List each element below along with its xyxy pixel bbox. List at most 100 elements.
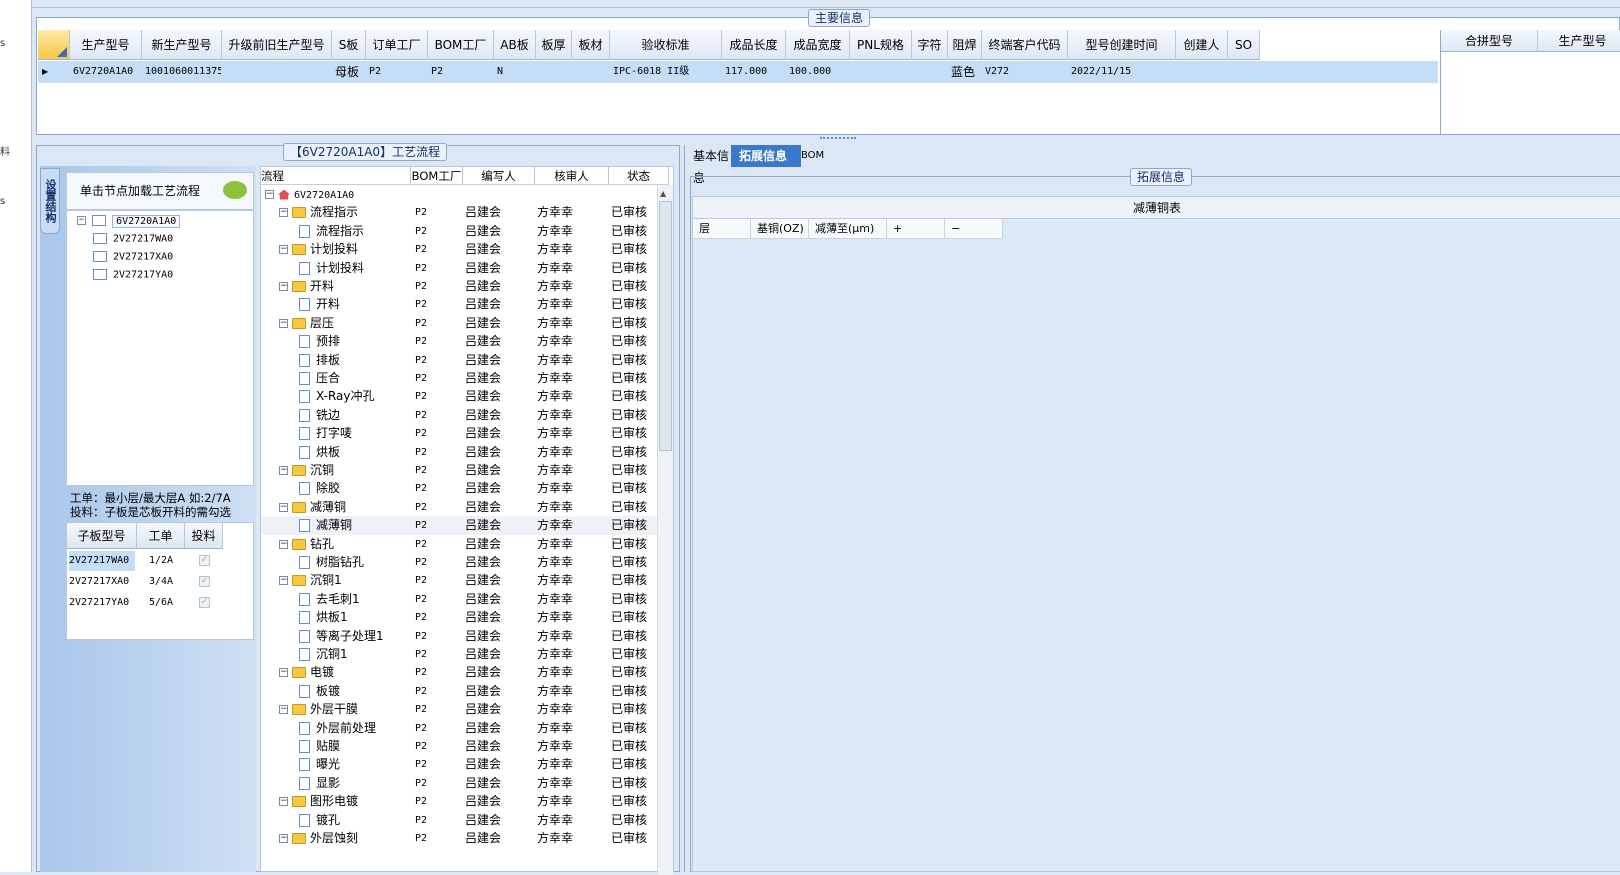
collapse-icon[interactable]: − [279, 245, 288, 255]
flow-row[interactable]: − 电镀 P2 吕建会 方幸幸 已审核 [261, 663, 657, 682]
thin-col-header-2[interactable]: 减薄至(μm) [809, 219, 887, 239]
flow-row[interactable]: 流程指示 P2 吕建会 方幸幸 已审核 [261, 222, 657, 241]
flow-row[interactable]: 贴膜 P2 吕建会 方幸幸 已审核 [261, 737, 657, 756]
sub-model-cell[interactable]: 2V27217XA0 [69, 572, 135, 592]
collapse-icon[interactable]: − [77, 216, 86, 225]
sub-order-cell[interactable]: 5/6A [149, 593, 173, 613]
flow-row[interactable]: 计划投料 P2 吕建会 方幸幸 已审核 [261, 259, 657, 278]
col-header-12[interactable]: PNL规格 [850, 30, 912, 60]
sub-model-cell[interactable]: 2V27217WA0 [69, 551, 135, 571]
tab-1[interactable]: 拓展信息 [731, 145, 801, 167]
flow-row[interactable]: 板镀 P2 吕建会 方幸幸 已审核 [261, 682, 657, 701]
structure-tree-root[interactable]: − 6V2720A1A0 [77, 214, 181, 228]
flow-row[interactable]: 铣边 P2 吕建会 方幸幸 已审核 [261, 406, 657, 425]
flow-row[interactable]: − 图形电镀 P2 吕建会 方幸幸 已审核 [261, 792, 657, 811]
col-header-11[interactable]: 成品宽度 [786, 30, 850, 60]
flow-node[interactable]: 沉铜1 [299, 645, 348, 664]
flow-node[interactable]: − 减薄铜 [279, 498, 346, 517]
flow-row[interactable]: − 开料 P2 吕建会 方幸幸 已审核 [261, 277, 657, 296]
flow-row[interactable]: − 外层干膜 P2 吕建会 方幸幸 已审核 [261, 700, 657, 719]
flow-row[interactable]: 除胶 P2 吕建会 方幸幸 已审核 [261, 479, 657, 498]
main-grid-selected-row[interactable]: ▶ 6V2720A1A0 10010600113756 母板 P2 P2 N IPC-601… [38, 61, 1438, 83]
flow-row[interactable]: 压合 P2 吕建会 方幸幸 已审核 [261, 369, 657, 388]
flow-node[interactable]: − 钻孔 [279, 535, 334, 554]
col-header-2[interactable]: 升级前旧生产型号 [222, 30, 332, 60]
flow-node[interactable]: 外层前处理 [299, 719, 376, 738]
flow-node[interactable]: 板镀 [299, 682, 340, 701]
collapse-icon[interactable]: − [279, 797, 288, 807]
collapse-icon[interactable]: − [279, 208, 288, 218]
flow-node[interactable]: 烘板1 [299, 608, 348, 627]
flow-row[interactable]: 镀孔 P2 吕建会 方幸幸 已审核 [261, 811, 657, 830]
flow-row[interactable]: 等离子处理1 P2 吕建会 方幸幸 已审核 [261, 627, 657, 646]
flow-row[interactable]: 显影 P2 吕建会 方幸幸 已审核 [261, 774, 657, 793]
thin-col-header-0[interactable]: 层 [693, 219, 751, 239]
flow-col-header-1[interactable]: BOM工厂 [411, 167, 463, 185]
flow-node[interactable]: 铣边 [299, 406, 340, 425]
flow-row[interactable]: 曝光 P2 吕建会 方幸幸 已审核 [261, 755, 657, 774]
feed-checkbox[interactable]: ✓ [199, 597, 210, 608]
flow-node[interactable]: 计划投料 [299, 259, 364, 278]
flow-node[interactable]: 打字唛 [299, 424, 352, 443]
flow-node[interactable]: − 开料 [279, 277, 334, 296]
flow-row[interactable]: 沉铜1 P2 吕建会 方幸幸 已审核 [261, 645, 657, 664]
thin-col-header-1[interactable]: 基铜(OZ) [751, 219, 809, 239]
col-header-14[interactable]: 阻焊 [948, 30, 982, 60]
collapse-icon[interactable]: − [279, 502, 288, 512]
merge-col-header[interactable]: 合拼型号 [1441, 30, 1538, 52]
col-header-4[interactable]: 订单工厂 [366, 30, 428, 60]
collapse-icon[interactable]: − [279, 705, 288, 715]
sub-col-header-0[interactable]: 子板型号 [67, 523, 137, 549]
flow-tree-root[interactable]: − 6V2720A1A0 [261, 185, 657, 204]
flow-node[interactable]: − 外层干膜 [279, 700, 358, 719]
flow-node[interactable]: 排板 [299, 351, 340, 370]
col-header-9[interactable]: 验收标准 [610, 30, 722, 60]
collapse-icon[interactable]: − [279, 834, 288, 843]
flow-row[interactable]: − 减薄铜 P2 吕建会 方幸幸 已审核 [261, 498, 657, 517]
flow-col-header-4[interactable]: 状态 [609, 167, 669, 185]
col-header-3[interactable]: S板 [332, 30, 366, 60]
prod-col-header[interactable]: 生产型号 [1538, 30, 1620, 52]
flow-row[interactable]: 开料 P2 吕建会 方幸幸 已审核 [261, 295, 657, 314]
structure-tree-node[interactable]: 2V27217YA0 [93, 269, 173, 281]
feed-checkbox[interactable]: ✓ [199, 555, 210, 566]
flow-node[interactable]: 等离子处理1 [299, 627, 384, 646]
flow-node[interactable]: 显影 [299, 774, 340, 793]
flow-node[interactable]: − 计划投料 [279, 240, 358, 259]
flow-row[interactable]: − 钻孔 P2 吕建会 方幸幸 已审核 [261, 535, 657, 554]
flow-row[interactable]: − 层压 P2 吕建会 方幸幸 已审核 [261, 314, 657, 333]
scroll-up-icon[interactable]: ▲ [660, 189, 666, 198]
flow-node[interactable]: − 外层蚀刻 [279, 829, 358, 848]
flow-node[interactable]: 开料 [299, 295, 340, 314]
flow-row[interactable]: − 外层蚀刻 P2 吕建会 方幸幸 已审核 [261, 829, 657, 848]
flow-row[interactable]: − 沉铜 P2 吕建会 方幸幸 已审核 [261, 461, 657, 480]
grid-corner[interactable] [38, 30, 70, 60]
col-header-17[interactable]: 创建人 [1176, 30, 1228, 60]
sub-col-header-1[interactable]: 工单 [137, 523, 185, 549]
flow-node[interactable]: − 流程指示 [279, 203, 358, 222]
collapse-icon[interactable]: − [279, 668, 288, 678]
collapse-icon[interactable]: − [279, 282, 288, 291]
flow-node[interactable]: 镀孔 [299, 811, 340, 830]
flow-row[interactable]: 去毛刺1 P2 吕建会 方幸幸 已审核 [261, 590, 657, 609]
flow-node[interactable]: 树脂钻孔 [299, 553, 364, 572]
flow-node[interactable]: 预排 [299, 332, 340, 351]
sub-col-header-2[interactable]: 投料 [185, 523, 223, 549]
col-header-0[interactable]: 生产型号 [70, 30, 142, 60]
flow-col-header-3[interactable]: 核审人 [535, 167, 609, 185]
flow-row[interactable]: 减薄铜 P2 吕建会 方幸幸 已审核 [261, 516, 657, 536]
flow-node[interactable]: 去毛刺1 [299, 590, 360, 609]
flow-node[interactable]: − 沉铜 [279, 461, 334, 480]
flow-row[interactable]: − 计划投料 P2 吕建会 方幸幸 已审核 [261, 240, 657, 259]
flow-row[interactable]: 烘板 P2 吕建会 方幸幸 已审核 [261, 443, 657, 462]
collapse-icon[interactable]: − [265, 190, 274, 199]
thin-col-header-4[interactable]: − [945, 219, 1003, 239]
flow-node[interactable]: 贴膜 [299, 737, 340, 756]
flow-node[interactable]: 流程指示 [299, 222, 364, 241]
col-header-6[interactable]: AB板 [494, 30, 536, 60]
feed-checkbox[interactable]: ✓ [199, 576, 210, 587]
tab-2[interactable]: BOM [793, 145, 833, 167]
structure-tree-node[interactable]: 2V27217WA0 [93, 233, 173, 245]
collapse-icon[interactable]: − [279, 466, 288, 475]
flow-node[interactable]: − 层压 [279, 314, 334, 333]
